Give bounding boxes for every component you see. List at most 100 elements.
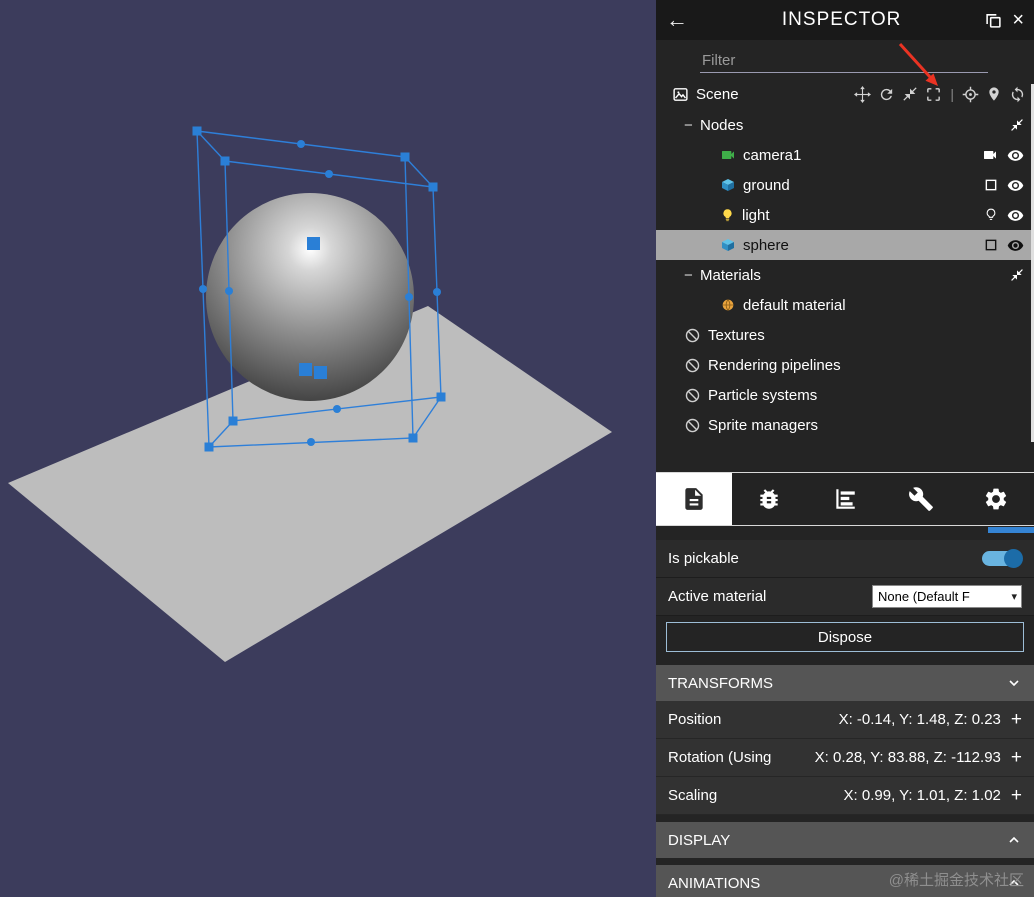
popout-window-icon[interactable] [985, 12, 1002, 29]
close-icon[interactable]: × [1012, 10, 1024, 30]
position-value: X: -0.14, Y: 1.48, Z: 0.23 [838, 711, 1001, 728]
is-pickable-toggle[interactable] [982, 549, 1023, 568]
tree-item-ground[interactable]: ground [656, 170, 1034, 200]
tree-item-label: camera1 [743, 146, 802, 164]
tree-group-label: Particle systems [708, 386, 818, 404]
scale-gizmo-icon[interactable] [902, 86, 918, 102]
inspector-panel: ← INSPECTOR × Scene [656, 0, 1034, 897]
collapse-expander[interactable]: − [684, 117, 700, 134]
tree-item-light[interactable]: light [656, 200, 1034, 230]
tab-debug[interactable] [732, 473, 808, 525]
app-window: ← INSPECTOR × Scene [0, 0, 1034, 897]
tab-settings[interactable] [958, 473, 1034, 525]
scaling-label: Scaling [668, 787, 718, 804]
compress-icon[interactable] [1010, 118, 1024, 132]
dispose-row: Dispose [656, 616, 1034, 658]
watermark-text: @稀土掘金技术社区 [888, 872, 1024, 889]
tree-group-label: Rendering pipelines [708, 356, 841, 374]
videocam-icon[interactable] [982, 147, 998, 163]
cube-icon [720, 177, 736, 193]
tree-group-particle-systems[interactable]: Particle systems [656, 380, 1034, 410]
tab-properties[interactable] [656, 473, 732, 525]
camera-icon [720, 147, 736, 163]
properties-pane: Is pickable Active material None (Defaul… [656, 540, 1034, 897]
section-label: ANIMATIONS [668, 874, 761, 892]
circle-slash-icon [684, 417, 701, 434]
active-material-label: Active material [668, 588, 767, 605]
location-pin-icon[interactable] [986, 86, 1002, 102]
eye-icon[interactable] [1007, 237, 1024, 254]
collapse-expander[interactable]: − [684, 267, 700, 284]
refresh-sync-icon[interactable] [1009, 86, 1026, 103]
cube-icon [720, 237, 736, 253]
lightbulb-toggle-icon[interactable] [984, 208, 998, 222]
tree-group-sprite-managers[interactable]: Sprite managers [656, 410, 1034, 440]
position-row: Position X: -0.14, Y: 1.48, Z: 0.23 + [656, 701, 1034, 739]
checkbox-icon[interactable] [984, 178, 998, 192]
filter-input[interactable] [700, 49, 988, 73]
eye-icon[interactable] [1007, 207, 1024, 224]
checkbox-icon[interactable] [984, 238, 998, 252]
material-icon [720, 297, 736, 313]
dispose-button[interactable]: Dispose [666, 622, 1024, 652]
section-header-display[interactable]: DISPLAY [656, 822, 1034, 858]
is-pickable-row: Is pickable [656, 540, 1034, 578]
file-icon [681, 486, 707, 512]
section-label: DISPLAY [668, 831, 731, 849]
tree-group-rendering-pipelines[interactable]: Rendering pipelines [656, 350, 1034, 380]
chevron-down-icon: ▾ [1011, 591, 1017, 603]
tree-item-label: default material [743, 296, 846, 314]
tree-group-nodes[interactable]: − Nodes [656, 110, 1034, 140]
tree-item-label: light [742, 206, 770, 224]
scaling-value: X: 0.99, Y: 1.01, Z: 1.02 [843, 787, 1001, 804]
back-arrow-button[interactable]: ← [666, 9, 698, 31]
tab-statistics[interactable] [807, 473, 883, 525]
section-header-transforms[interactable]: TRANSFORMS [656, 665, 1034, 701]
scrollbar-thumb[interactable] [988, 527, 1034, 533]
tab-tools[interactable] [883, 473, 959, 525]
circle-slash-icon [684, 387, 701, 404]
is-pickable-label: Is pickable [668, 550, 739, 567]
horizontal-scrollbar[interactable] [656, 526, 1034, 534]
inspector-header: ← INSPECTOR × [656, 0, 1034, 40]
bounding-box-gizmo-icon[interactable] [925, 86, 942, 103]
tree-group-materials[interactable]: − Materials [656, 260, 1034, 290]
scene-label: Scene [696, 85, 739, 103]
tree-group-label: Sprite managers [708, 416, 819, 434]
bug-icon [756, 486, 782, 512]
rotate-gizmo-icon[interactable] [878, 86, 895, 103]
chevron-down-icon [1006, 675, 1022, 691]
stats-icon [832, 486, 858, 512]
circle-slash-icon [684, 357, 701, 374]
compress-icon[interactable] [1010, 268, 1024, 282]
tree-item-label: sphere [743, 236, 789, 254]
eye-icon[interactable] [1007, 177, 1024, 194]
translate-gizmo-icon[interactable] [854, 85, 872, 103]
picker-target-icon[interactable] [962, 86, 979, 103]
tree-group-label: Nodes [700, 116, 744, 134]
3d-viewport[interactable] [0, 0, 656, 897]
tree-item-sphere[interactable]: sphere [656, 230, 1034, 260]
eye-icon[interactable] [1007, 147, 1024, 164]
wrench-icon [908, 486, 934, 512]
lightbulb-icon [720, 208, 735, 223]
section-label: TRANSFORMS [668, 674, 773, 692]
inspector-tabbar [656, 472, 1034, 526]
rotation-value: X: 0.28, Y: 83.88, Z: -112.93 [814, 749, 1001, 766]
expand-plus-icon[interactable]: + [1011, 710, 1022, 729]
inspector-title: INSPECTOR [781, 9, 902, 30]
toggle-knob [1004, 549, 1023, 568]
toolbar-separator: | [950, 86, 954, 102]
tree-item-default-material[interactable]: default material [656, 290, 1034, 320]
scene-gizmo-toolbar: | [854, 85, 1026, 103]
tree-item-camera1[interactable]: camera1 [656, 140, 1034, 170]
expand-plus-icon[interactable]: + [1011, 786, 1022, 805]
explorer-spacer [656, 440, 1034, 472]
scene-image-icon [672, 86, 689, 103]
active-material-select[interactable]: None (Default F ▾ [872, 585, 1022, 608]
scene-row[interactable]: Scene | [656, 78, 1034, 110]
selected-option: None (Default F [878, 589, 970, 604]
scene-canvas[interactable] [0, 0, 656, 897]
tree-group-textures[interactable]: Textures [656, 320, 1034, 350]
expand-plus-icon[interactable]: + [1011, 748, 1022, 767]
